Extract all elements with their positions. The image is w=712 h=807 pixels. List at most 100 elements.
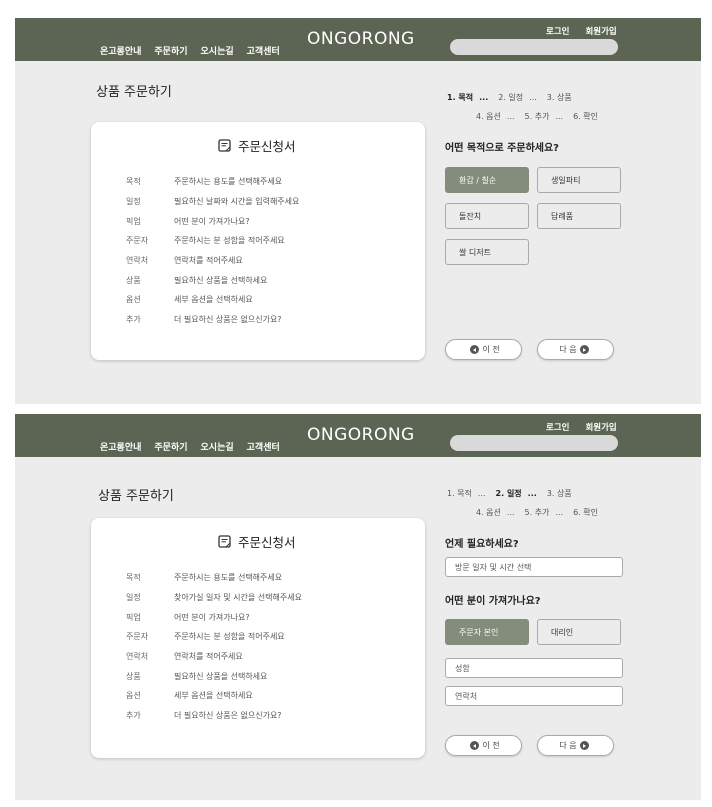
form-value: 더 필요하신 상품은 없으신가요? bbox=[174, 711, 282, 721]
step-product: 3. 상품 bbox=[546, 489, 572, 498]
brand-logo[interactable]: ONGORONG bbox=[307, 29, 415, 49]
search-bar[interactable] bbox=[450, 435, 618, 451]
form-row: 일정 찾아가실 일자 및 시간을 선택해주세요 bbox=[126, 588, 302, 608]
form-row: 픽업 어떤 분이 가져가나요? bbox=[126, 607, 302, 627]
pickup-question: 어떤 분이 가져가나요? bbox=[445, 596, 541, 607]
page-title: 상품 주문하기 bbox=[96, 85, 172, 100]
next-label: 다 음 bbox=[559, 741, 577, 750]
form-value: 어떤 분이 가져가나요? bbox=[174, 612, 250, 622]
form-label: 추가 bbox=[126, 315, 141, 325]
arrow-left-icon bbox=[470, 345, 480, 354]
prev-label: 이 전 bbox=[482, 345, 500, 354]
visit-datetime-input[interactable]: 방문 일자 및 시간 선택 bbox=[445, 557, 623, 577]
form-label: 일정 bbox=[126, 197, 141, 207]
main-nav: 온고롱안내 주문하기 오시는길 고객센터 bbox=[100, 44, 293, 57]
form-label: 상품 bbox=[126, 275, 141, 285]
phone-input[interactable]: 연락처 bbox=[445, 686, 623, 706]
prev-button[interactable]: 이 전 bbox=[445, 339, 522, 360]
form-label: 일정 bbox=[126, 593, 141, 603]
brand-logo[interactable]: ONGORONG bbox=[307, 425, 415, 445]
signup-link[interactable]: 회원가입 bbox=[585, 421, 616, 433]
auth-links: 로그인 회원가입 bbox=[546, 25, 633, 37]
option-proxy[interactable]: 대리인 bbox=[537, 619, 621, 645]
order-form-card: 주문신청서 목적 주문하시는 용도를 선택해주세요 일정 필요하신 날짜와 시간을 … bbox=[91, 122, 425, 360]
option-orderer-self[interactable]: 주문자 본인 bbox=[445, 619, 529, 645]
form-value: 연락처를 적어주세요 bbox=[174, 652, 243, 662]
form-row: 상품 필요하신 상품을 선택하세요 bbox=[126, 666, 302, 686]
form-row: 추가 더 필요하신 상품은 없으신가요? bbox=[126, 706, 302, 726]
form-value: 주문하시는 분 성함을 적어주세요 bbox=[174, 632, 285, 642]
form-value: 주문하시는 용도를 선택해주세요 bbox=[174, 573, 283, 583]
login-link[interactable]: 로그인 bbox=[546, 421, 569, 433]
form-label: 픽업 bbox=[126, 612, 141, 622]
nav-item-order[interactable]: 주문하기 bbox=[154, 440, 187, 453]
form-value: 세부 옵션을 선택하세요 bbox=[174, 295, 253, 305]
step-extra: 5. 추가 bbox=[524, 112, 550, 121]
step-separator: ... bbox=[477, 489, 486, 498]
nav-item-order[interactable]: 주문하기 bbox=[154, 44, 187, 57]
search-bar[interactable] bbox=[450, 39, 618, 55]
auth-links: 로그인 회원가입 bbox=[546, 421, 633, 433]
form-label: 주문자 bbox=[126, 632, 149, 642]
nav-item-directions[interactable]: 오시는길 bbox=[201, 440, 234, 453]
form-label: 옵션 bbox=[126, 691, 141, 701]
form-row: 일정 필요하신 날짜와 시간을 입력해주세요 bbox=[126, 192, 299, 212]
form-value: 주문하시는 용도를 선택해주세요 bbox=[174, 177, 283, 187]
form-rows: 목적 주문하시는 용도를 선택해주세요 일정 필요하신 날짜와 시간을 입력해주세요… bbox=[126, 172, 299, 330]
page-title: 상품 주문하기 bbox=[98, 489, 174, 504]
form-row: 목적 주문하시는 용도를 선택해주세요 bbox=[126, 172, 299, 192]
name-input[interactable]: 성함 bbox=[445, 658, 623, 678]
option-rice-dessert[interactable]: 쌀 디저트 bbox=[445, 239, 529, 265]
form-value: 연락처를 적어주세요 bbox=[174, 256, 243, 266]
nav-item-directions[interactable]: 오시는길 bbox=[201, 44, 234, 57]
option-first-birthday[interactable]: 돌잔치 bbox=[445, 203, 529, 229]
form-value: 필요하신 상품을 선택하세요 bbox=[174, 275, 268, 285]
nav-item-support[interactable]: 고객센터 bbox=[247, 440, 280, 453]
nav-item-about[interactable]: 온고롱안내 bbox=[100, 44, 141, 57]
form-row: 연락처 연락처를 적어주세요 bbox=[126, 251, 299, 271]
form-label: 주문자 bbox=[126, 236, 149, 246]
form-label: 목적 bbox=[126, 573, 141, 583]
arrow-right-icon bbox=[579, 345, 589, 354]
nav-item-support[interactable]: 고객센터 bbox=[247, 44, 280, 57]
step-progress: 1. 목적 ... 2. 일정 ... 3. 상품 4. 옵션 ... 5. 추… bbox=[447, 88, 604, 126]
prev-label: 이 전 bbox=[482, 741, 500, 750]
form-label: 옵션 bbox=[126, 295, 141, 305]
step-option: 4. 옵션 bbox=[476, 112, 501, 121]
memo-icon bbox=[218, 535, 231, 548]
next-button[interactable]: 다 음 bbox=[537, 339, 614, 360]
purpose-question: 어떤 목적으로 주문하세요? bbox=[445, 143, 559, 154]
form-row: 주문자 주문하시는 분 성함을 적어주세요 bbox=[126, 231, 299, 251]
form-label: 픽업 bbox=[126, 216, 141, 226]
form-row: 추가 더 필요하신 상품은 없으신가요? bbox=[126, 310, 299, 330]
step-option: 4. 옵션 bbox=[476, 508, 501, 517]
form-value: 필요하신 상품을 선택하세요 bbox=[174, 671, 268, 681]
signup-link[interactable]: 회원가입 bbox=[585, 25, 616, 37]
top-header: 온고롱안내 주문하기 오시는길 고객센터 ONGORONG 로그인 회원가입 bbox=[15, 414, 701, 457]
form-row: 옵션 세부 옵션을 선택하세요 bbox=[126, 686, 302, 706]
form-value: 필요하신 날짜와 시간을 입력해주세요 bbox=[174, 197, 300, 207]
next-button[interactable]: 다 음 bbox=[537, 735, 614, 756]
order-step1-panel: 온고롱안내 주문하기 오시는길 고객센터 ONGORONG 로그인 회원가입 상… bbox=[15, 18, 701, 404]
top-header: 온고롱안내 주문하기 오시는길 고객센터 ONGORONG 로그인 회원가입 bbox=[15, 18, 701, 61]
step-extra: 5. 추가 bbox=[524, 508, 550, 517]
date-question: 언제 필요하세요? bbox=[445, 539, 519, 550]
option-birthday-party[interactable]: 생일파티 bbox=[537, 167, 621, 193]
form-value: 세부 옵션을 선택하세요 bbox=[174, 691, 253, 701]
step-separator: ... bbox=[529, 93, 537, 102]
next-label: 다 음 bbox=[559, 345, 577, 354]
option-sixtieth-birthday[interactable]: 환갑 / 칠순 bbox=[445, 167, 529, 193]
form-row: 상품 필요하신 상품을 선택하세요 bbox=[126, 270, 299, 290]
form-label: 연락처 bbox=[126, 256, 149, 266]
step-purpose: 1. 목적 bbox=[447, 489, 472, 498]
form-value: 어떤 분이 가져가나요? bbox=[174, 216, 250, 226]
form-row: 픽업 어떤 분이 가져가나요? bbox=[126, 211, 299, 231]
form-label: 연락처 bbox=[126, 652, 149, 662]
step-product: 3. 상품 bbox=[546, 93, 572, 102]
nav-item-about[interactable]: 온고롱안내 bbox=[100, 440, 141, 453]
option-return-gift[interactable]: 답례품 bbox=[537, 203, 621, 229]
form-title: 주문신청서 bbox=[238, 535, 296, 550]
memo-icon bbox=[218, 139, 231, 152]
prev-button[interactable]: 이 전 bbox=[445, 735, 522, 756]
login-link[interactable]: 로그인 bbox=[546, 25, 569, 37]
